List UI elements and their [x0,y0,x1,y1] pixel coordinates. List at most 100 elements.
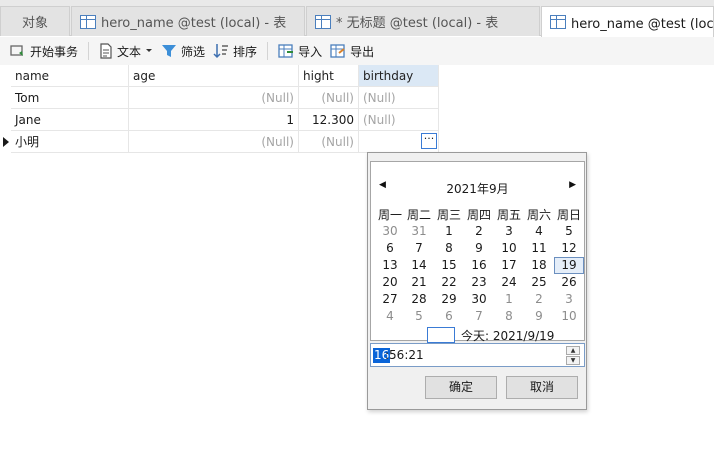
sort-icon [213,44,229,59]
today-link[interactable]: 今天: 2021/9/19 [461,327,554,344]
table-edit-icon [315,14,331,29]
calendar-day[interactable]: 1 [434,223,464,240]
calendar-day[interactable]: 2 [524,291,554,308]
calendar-day[interactable]: 19 [554,257,584,274]
spin-up-icon[interactable]: ▲ [566,346,580,355]
cell-name[interactable]: Tom [11,87,129,109]
cell-name[interactable]: 小明 [11,131,129,153]
tab-label: hero_name @test (local) - 表 [571,16,714,32]
weekday-header: 周一 [377,208,402,222]
calendar-day[interactable]: 30 [375,223,405,240]
tab-label: hero_name @test (local) - 表 [101,16,287,31]
weekday-header: 周四 [466,208,491,222]
column-header-age[interactable]: age [129,65,299,87]
calendar-day[interactable]: 10 [554,308,584,325]
weekday-header: 周六 [526,208,551,222]
calendar-day[interactable]: 5 [554,223,584,240]
ok-button[interactable]: 确定 [425,376,497,399]
calendar-day[interactable]: 2 [464,223,494,240]
calendar-day[interactable]: 5 [404,308,434,325]
transaction-icon [10,45,23,56]
calendar-day[interactable]: 8 [434,240,464,257]
cell-hight[interactable]: (Null) [299,131,359,153]
calendar-day[interactable]: 4 [524,223,554,240]
calendar-day[interactable]: 27 [375,291,405,308]
calendar-day[interactable]: 17 [494,257,524,274]
import-button[interactable]: 导入 [274,40,326,62]
export-button[interactable]: 导出 [326,40,378,62]
tab-label: 对象 [21,16,48,31]
ellipsis-button[interactable]: ··· [421,133,437,149]
column-header-birthday[interactable]: birthday [359,65,439,87]
calendar-day[interactable]: 14 [404,257,434,274]
toolbar-divider [88,42,90,60]
cancel-button[interactable]: 取消 [506,376,578,399]
calendar-day[interactable]: 24 [494,274,524,291]
weekday-header: 周二 [406,208,431,222]
weekday-header: 周五 [496,208,521,222]
cell-age[interactable]: 1 [129,109,299,131]
cell-age[interactable]: (Null) [129,131,299,153]
calendar-day[interactable]: 28 [404,291,434,308]
filter-button[interactable]: 筛选 [157,40,209,62]
cell-hight[interactable]: (Null) [299,87,359,109]
column-header-hight[interactable]: hight [299,65,359,87]
calendar-day[interactable]: 20 [375,274,405,291]
calendar-day[interactable]: 29 [434,291,464,308]
cell-name[interactable]: Jane [11,109,129,131]
calendar-day[interactable]: 16 [464,257,494,274]
cell-birthday[interactable]: (Null) [359,109,439,131]
table-row[interactable]: Tom (Null) (Null) (Null) [0,87,439,109]
table-row-current[interactable]: 小明 (Null) (Null) ··· [0,131,439,153]
column-header-name[interactable]: name [11,65,129,87]
today-marker [427,327,455,343]
export-icon [330,44,345,58]
filter-icon [162,45,177,57]
calendar-day[interactable]: 9 [524,308,554,325]
calendar-day[interactable]: 1 [494,291,524,308]
table-row[interactable]: Jane 1 12.300 (Null) [0,109,439,131]
tab-hero-name-active[interactable]: hero_name @test (local) - 表 [541,6,714,37]
calendar: ◀ 2021年9月 ▶ 今天: 2021/9/19 周一 周二 周三 周四 周五 周六 周日… [370,161,585,344]
calendar-day[interactable]: 4 [375,308,405,325]
cell-hight[interactable]: 12.300 [299,109,359,131]
cell-age[interactable]: (Null) [129,87,299,109]
calendar-day[interactable]: 8 [494,308,524,325]
calendar-day[interactable]: 18 [524,257,554,274]
calendar-day[interactable]: 22 [434,274,464,291]
tab-objects[interactable]: 对象 [0,6,70,36]
time-input[interactable]: 16 :56:21 ▲ ▼ [370,343,585,367]
tab-untitled[interactable]: * 无标题 @test (local) - 表 [306,6,540,36]
calendar-day[interactable]: 10 [494,240,524,257]
datetime-picker-popup: ◀ 2021年9月 ▶ 今天: 2021/9/19 周一 周二 周三 周四 周五 周六 周日… [367,152,587,410]
sort-button[interactable]: 排序 [209,40,261,62]
calendar-day[interactable]: 30 [464,291,494,308]
calendar-day[interactable]: 11 [524,240,554,257]
calendar-day[interactable]: 3 [494,223,524,240]
calendar-day[interactable]: 31 [404,223,434,240]
calendar-day[interactable]: 7 [404,240,434,257]
calendar-day[interactable]: 9 [464,240,494,257]
calendar-day[interactable]: 23 [464,274,494,291]
calendar-day[interactable]: 7 [464,308,494,325]
cell-birthday[interactable]: (Null) [359,87,439,109]
calendar-day[interactable]: 21 [404,274,434,291]
weekday-header: 周日 [556,208,581,222]
text-view-button[interactable]: 文本 [95,40,157,62]
sort-label: 排序 [233,44,258,59]
calendar-day[interactable]: 26 [554,274,584,291]
tab-hero-name-1[interactable]: hero_name @test (local) - 表 [71,6,305,36]
calendar-day[interactable]: 12 [554,240,584,257]
next-month-arrow-icon[interactable]: ▶ [569,180,576,190]
calendar-day[interactable]: 6 [434,308,464,325]
weekday-header: 周三 [436,208,461,222]
begin-transaction-button[interactable]: 开始事务 [6,40,82,62]
calendar-day[interactable]: 25 [524,274,554,291]
table-edit-icon [80,14,96,29]
calendar-day[interactable]: 6 [375,240,405,257]
calendar-day[interactable]: 13 [375,257,405,274]
calendar-day[interactable]: 3 [554,291,584,308]
spin-down-icon[interactable]: ▼ [566,356,580,365]
table-icon [550,15,566,29]
calendar-day[interactable]: 15 [434,257,464,274]
